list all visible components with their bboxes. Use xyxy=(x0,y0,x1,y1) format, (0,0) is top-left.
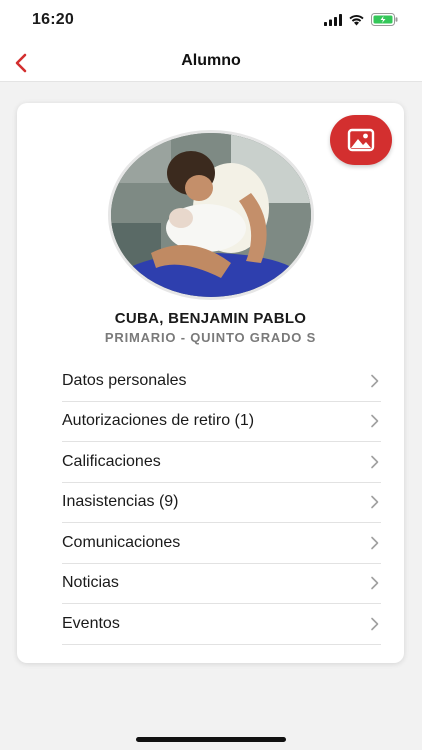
nav-bar: Alumno xyxy=(0,44,422,82)
menu-item-datos-personales[interactable]: Datos personales xyxy=(62,361,381,402)
chevron-right-icon xyxy=(367,455,381,469)
image-icon xyxy=(347,128,375,152)
signal-icon xyxy=(324,13,342,26)
chevron-right-icon xyxy=(367,495,381,509)
menu-item-eventos[interactable]: Eventos xyxy=(62,604,381,645)
chevron-right-icon xyxy=(367,374,381,388)
content-area: CUBA, BENJAMIN PABLO PRIMARIO - QUINTO G… xyxy=(0,82,422,750)
menu-item-label: Calificaciones xyxy=(62,452,161,470)
menu-item-label: Eventos xyxy=(62,614,120,632)
student-photo xyxy=(111,133,311,297)
status-bar: 16:20 xyxy=(0,0,422,44)
avatar xyxy=(108,130,314,300)
battery-icon xyxy=(371,13,398,26)
chevron-right-icon xyxy=(367,414,381,428)
menu-item-noticias[interactable]: Noticias xyxy=(62,564,381,604)
change-photo-button[interactable] xyxy=(330,115,392,165)
menu-item-calificaciones[interactable]: Calificaciones xyxy=(62,442,381,483)
wifi-icon xyxy=(349,14,364,25)
status-icons xyxy=(324,13,398,26)
student-name: CUBA, BENJAMIN PABLO xyxy=(114,310,307,327)
menu-item-label: Datos personales xyxy=(62,371,187,389)
chevron-right-icon xyxy=(367,617,381,631)
menu-item-comunicaciones[interactable]: Comunicaciones xyxy=(62,523,381,564)
home-indicator[interactable] xyxy=(136,737,286,742)
menu-item-label: Inasistencias (9) xyxy=(62,493,179,511)
menu-item-autorizaciones[interactable]: Autorizaciones de retiro (1) xyxy=(62,402,381,442)
student-grade: PRIMARIO - QUINTO GRADO S xyxy=(104,330,317,345)
student-card: CUBA, BENJAMIN PABLO PRIMARIO - QUINTO G… xyxy=(17,103,404,663)
chevron-right-icon xyxy=(367,536,381,550)
student-menu: Datos personales Autorizaciones de retir… xyxy=(62,361,381,645)
menu-item-label: Autorizaciones de retiro (1) xyxy=(62,412,255,430)
menu-item-label: Comunicaciones xyxy=(62,533,181,551)
menu-item-label: Noticias xyxy=(62,574,119,592)
status-time: 16:20 xyxy=(32,11,74,28)
page-title: Alumno xyxy=(181,52,241,69)
chevron-right-icon xyxy=(367,576,381,590)
menu-item-inasistencias[interactable]: Inasistencias (9) xyxy=(62,483,381,523)
